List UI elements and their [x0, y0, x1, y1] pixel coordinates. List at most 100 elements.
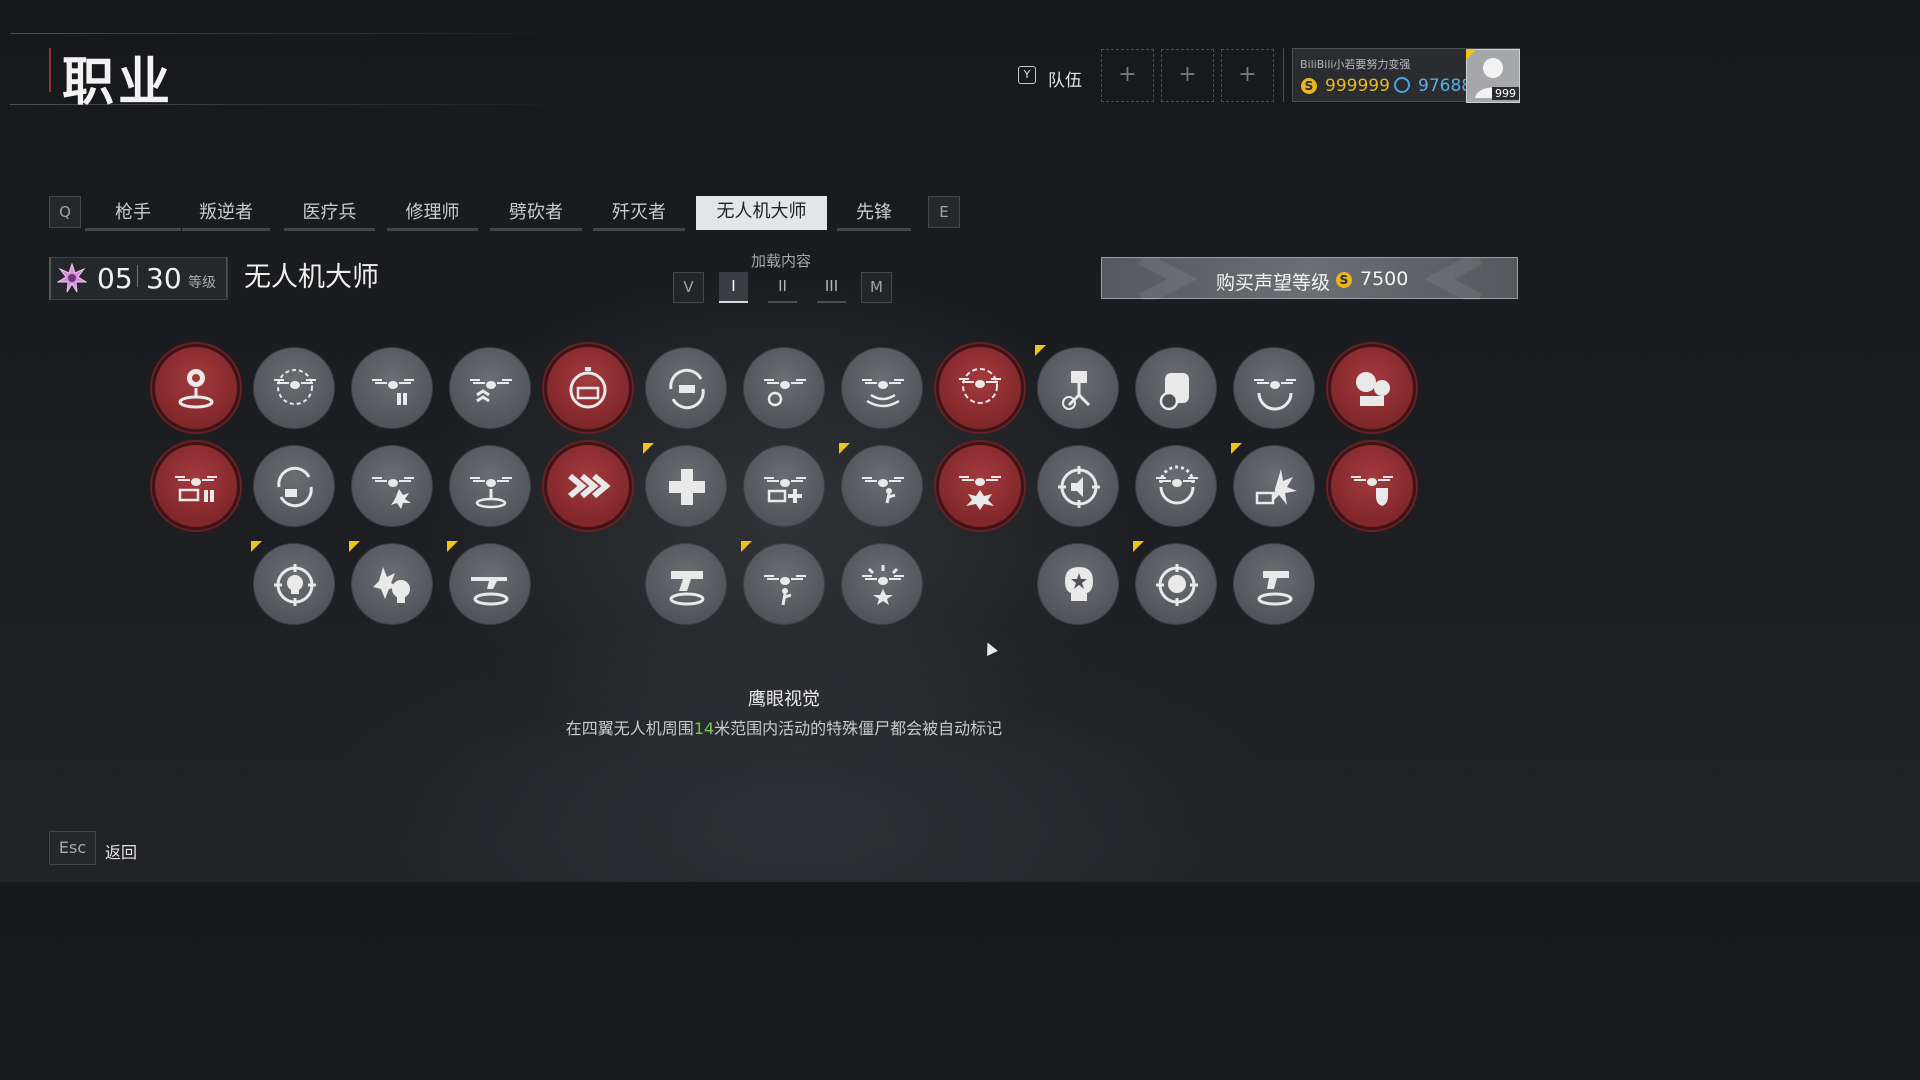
- turret-check-icon: [1062, 371, 1091, 410]
- skill-node[interactable]: [645, 445, 727, 527]
- target-speaker-icon: [1058, 466, 1100, 508]
- header-line-top: [10, 33, 580, 34]
- skill-node[interactable]: [253, 445, 335, 527]
- loadout-button-v[interactable]: V: [673, 272, 704, 303]
- drone-ammo-icon: [372, 379, 414, 405]
- team-key-hint: Y: [1018, 66, 1036, 84]
- skill-node[interactable]: [841, 347, 923, 429]
- new-skill-marker: [349, 541, 360, 552]
- loadout-button-m[interactable]: M: [861, 272, 892, 303]
- skill-node[interactable]: [743, 445, 825, 527]
- skill-node[interactable]: [1233, 543, 1315, 625]
- avatar-new-marker: [1466, 49, 1477, 60]
- loadout-button-ii[interactable]: II: [768, 272, 797, 303]
- team-button[interactable]: 队伍: [1048, 66, 1082, 91]
- skill-node[interactable]: [1037, 445, 1119, 527]
- skull-explosion-icon: [373, 567, 410, 603]
- skill-node[interactable]: [1135, 347, 1217, 429]
- skill-node[interactable]: [155, 445, 237, 527]
- loadout-button-i[interactable]: I: [719, 272, 748, 303]
- skill-node[interactable]: [939, 347, 1021, 429]
- skill-description-pre: 在四翼无人机周围: [565, 719, 694, 738]
- drone-cooldown-icon: [764, 379, 806, 407]
- loadout-label: 加载内容: [751, 252, 812, 270]
- skill-node[interactable]: [1037, 543, 1119, 625]
- skill-node[interactable]: [841, 445, 923, 527]
- pistol-landing-icon: [1257, 571, 1293, 606]
- drone-rotate-icon: [1156, 465, 1198, 505]
- team-slot-1[interactable]: +: [1101, 49, 1154, 102]
- drone-signal-icon: [862, 379, 904, 408]
- skill-node[interactable]: [743, 543, 825, 625]
- skill-description-number: 14: [693, 719, 715, 738]
- skill-node[interactable]: [1135, 543, 1217, 625]
- loadout-button-iii[interactable]: III: [817, 272, 846, 303]
- prev-tab-key[interactable]: Q: [49, 196, 81, 228]
- battery-blast-icon: [1255, 469, 1297, 505]
- drone-burst-icon: [862, 565, 904, 605]
- skill-node[interactable]: [351, 543, 433, 625]
- skill-description: 在四翼无人机周围14米范围内活动的特殊僵尸都会被自动标记: [0, 715, 1568, 739]
- skill-node[interactable]: [351, 445, 433, 527]
- tab-5[interactable]: 劈砍者: [490, 196, 582, 231]
- skill-node[interactable]: [1233, 347, 1315, 429]
- skill-node[interactable]: [449, 347, 531, 429]
- tab-4[interactable]: 修理师: [387, 196, 478, 231]
- rotate-repair-icon: [669, 368, 705, 410]
- skill-node[interactable]: [939, 445, 1021, 527]
- target-skull-star-icon: [1156, 564, 1198, 606]
- tab-2[interactable]: 叛逆者: [182, 196, 270, 231]
- new-skill-marker: [839, 443, 850, 454]
- profile-name: BiliBili小若要努力变强: [1300, 58, 1411, 71]
- drone-landing-icon: [470, 477, 512, 509]
- drone-rank-icon: [470, 379, 512, 403]
- skill-node[interactable]: [449, 445, 531, 527]
- new-skill-marker: [251, 541, 262, 552]
- skill-node[interactable]: [645, 543, 727, 625]
- skill-node[interactable]: [841, 543, 923, 625]
- skill-description-post: 米范围内活动的特殊僵尸都会被自动标记: [714, 719, 1003, 738]
- tab-7[interactable]: 无人机大师: [696, 196, 827, 230]
- skill-node[interactable]: [1331, 347, 1413, 429]
- skill-node[interactable]: [1037, 347, 1119, 429]
- medical-cross-icon: [669, 469, 705, 505]
- team-slot-3[interactable]: +: [1221, 49, 1274, 102]
- tab-8[interactable]: 先锋: [837, 196, 911, 231]
- skull-star-icon: [1065, 567, 1093, 601]
- new-skill-marker: [1231, 443, 1242, 454]
- skill-node[interactable]: [449, 543, 531, 625]
- new-skill-marker: [1035, 345, 1046, 356]
- buy-prestige-price: 7500: [1360, 268, 1409, 290]
- skill-node[interactable]: [351, 347, 433, 429]
- drone-soldier-icon: [862, 477, 904, 504]
- skill-node[interactable]: [645, 347, 727, 429]
- new-skill-marker: [643, 443, 654, 454]
- back-button[interactable]: 返回: [105, 839, 137, 863]
- price-coin-icon: S: [1336, 272, 1352, 288]
- tab-3[interactable]: 医疗兵: [284, 196, 375, 231]
- skill-node[interactable]: [1135, 445, 1217, 527]
- drone-location-icon: [178, 369, 214, 409]
- next-tab-key[interactable]: E: [928, 196, 960, 228]
- skill-node[interactable]: [1331, 445, 1413, 527]
- team-slot-2[interactable]: +: [1161, 49, 1214, 102]
- skill-node[interactable]: [253, 543, 335, 625]
- skill-node[interactable]: [155, 347, 237, 429]
- tab-1[interactable]: 枪手: [85, 196, 181, 231]
- smg-landing-icon: [669, 571, 705, 606]
- esc-key-hint[interactable]: Esc: [49, 831, 96, 865]
- title-accent: [49, 48, 51, 92]
- skill-node[interactable]: [743, 347, 825, 429]
- mouse-cursor-icon: [982, 640, 998, 656]
- drone-shield-icon: [1351, 476, 1393, 506]
- skill-node[interactable]: [547, 445, 629, 527]
- skill-node[interactable]: [1233, 445, 1315, 527]
- tab-6[interactable]: 歼灭者: [593, 196, 685, 231]
- skull-equipment-icon: [1356, 372, 1390, 406]
- skill-title: 鹰眼视觉: [748, 689, 820, 710]
- skill-node[interactable]: [253, 347, 335, 429]
- rank-separator: [137, 265, 138, 287]
- new-skill-marker: [447, 541, 458, 552]
- skull-target-icon: [274, 564, 316, 606]
- skill-node[interactable]: [547, 347, 629, 429]
